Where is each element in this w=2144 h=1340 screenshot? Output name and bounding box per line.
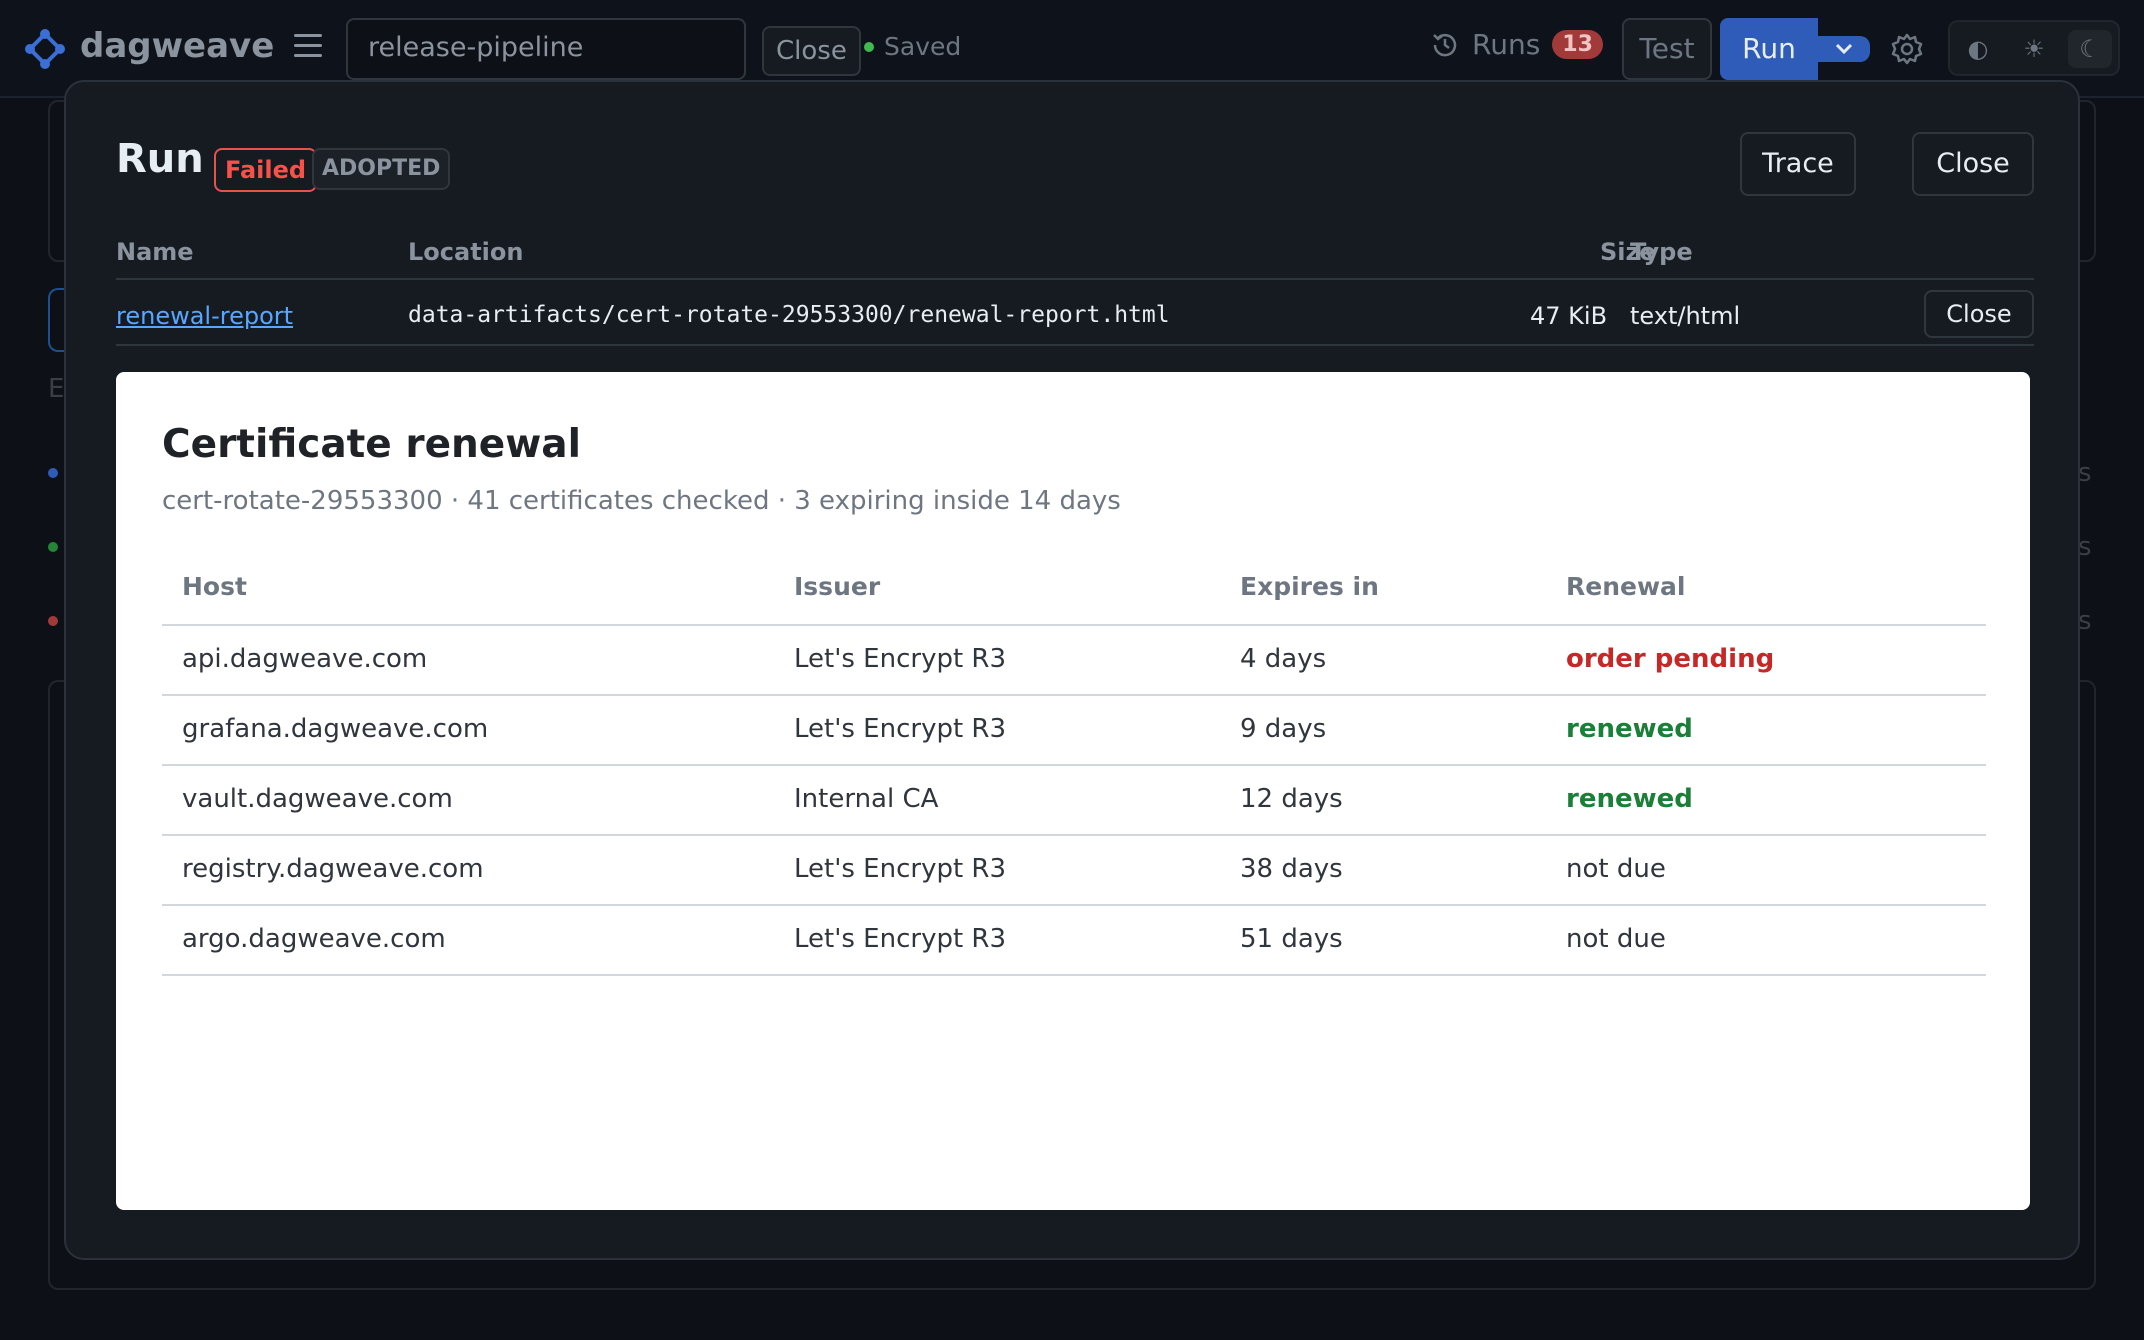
renewal-status-cell: renewed — [1566, 714, 1693, 744]
artifact-table-header: Name Location Size Type — [116, 238, 2034, 280]
renewal-status-cell: not due — [1566, 924, 1666, 954]
background-row-tail: s — [2078, 458, 2092, 488]
column-location: Location — [408, 238, 524, 266]
menu-icon[interactable] — [294, 34, 322, 62]
modal-title: Run — [116, 136, 204, 182]
host-cell: grafana.dagweave.com — [182, 714, 489, 744]
renewal-status-cell: order pending — [1566, 644, 1775, 674]
chevron-down-icon — [1835, 43, 1853, 55]
artifact-row: renewal-report data-artifacts/cert-rotat… — [116, 282, 2034, 346]
artifact-size: 47 KiB — [1530, 302, 1608, 330]
theme-dark-icon[interactable]: ☾ — [2068, 30, 2112, 68]
renewal-status-cell: not due — [1566, 854, 1666, 884]
theme-light-icon[interactable]: ☀ — [2012, 30, 2056, 68]
runs-count-badge: 13 — [1552, 30, 1603, 59]
theme-switcher: ◐ ☀ ☾ — [1948, 20, 2120, 76]
issuer-cell: Let's Encrypt R3 — [794, 854, 1007, 884]
table-row: grafana.dagweave.com Let's Encrypt R3 9 … — [162, 696, 1986, 766]
column-name: Name — [116, 238, 194, 266]
failed-status-badge: Failed — [214, 148, 318, 192]
table-row: api.dagweave.com Let's Encrypt R3 4 days… — [162, 626, 1986, 696]
close-artifact-button[interactable]: Close — [1924, 290, 2034, 338]
expires-cell: 4 days — [1240, 644, 1327, 674]
run-button[interactable]: Run — [1720, 18, 1818, 80]
test-button[interactable]: Test — [1622, 18, 1712, 80]
table-row: registry.dagweave.com Let's Encrypt R3 3… — [162, 836, 1986, 906]
run-modal: Run Failed ADOPTED Trace Close Name Loca… — [64, 80, 2080, 1260]
host-cell: registry.dagweave.com — [182, 854, 484, 884]
expires-cell: 38 days — [1240, 854, 1343, 884]
background-heading-fragment: E — [48, 374, 65, 404]
issuer-cell: Let's Encrypt R3 — [794, 714, 1007, 744]
run-options-button[interactable] — [1818, 36, 1870, 62]
artifact-preview: Certificate renewal cert-rotate-29553300… — [116, 372, 2030, 1210]
artifact-location: data-artifacts/cert-rotate-29553300/rene… — [408, 302, 1170, 328]
report-subtitle: cert-rotate-29553300 · 41 certificates c… — [162, 486, 1121, 516]
expires-cell: 51 days — [1240, 924, 1343, 954]
artifact-name-link[interactable]: renewal-report — [116, 302, 293, 330]
table-row: vault.dagweave.com Internal CA 12 days r… — [162, 766, 1986, 836]
artifact-type: text/html — [1630, 302, 1741, 330]
theme-auto-icon[interactable]: ◐ — [1956, 30, 2000, 68]
report-title: Certificate renewal — [162, 422, 581, 467]
dagweave-logo-icon — [25, 29, 65, 69]
gear-icon[interactable] — [1890, 32, 1924, 66]
close-modal-button[interactable]: Close — [1912, 132, 2034, 196]
runs-button[interactable]: Runs 13 — [1430, 28, 1603, 61]
column-renewal: Renewal — [1566, 572, 1686, 601]
renewal-table-header: Host Issuer Expires in Renewal — [162, 544, 1986, 626]
issuer-cell: Let's Encrypt R3 — [794, 644, 1007, 674]
column-type: Type — [1630, 238, 1693, 266]
runs-label: Runs — [1472, 28, 1541, 61]
host-cell: api.dagweave.com — [182, 644, 428, 674]
issuer-cell: Internal CA — [794, 784, 939, 814]
expires-cell: 12 days — [1240, 784, 1343, 814]
host-cell: argo.dagweave.com — [182, 924, 446, 954]
background-row-tail: s — [2078, 606, 2092, 636]
background-row-tail: s — [2078, 532, 2092, 562]
host-cell: vault.dagweave.com — [182, 784, 453, 814]
history-icon — [1433, 33, 1457, 56]
column-expires: Expires in — [1240, 572, 1379, 601]
expires-cell: 9 days — [1240, 714, 1327, 744]
column-host: Host — [182, 572, 247, 601]
close-pipeline-button[interactable]: Close — [762, 26, 861, 76]
renewal-status-cell: renewed — [1566, 784, 1693, 814]
table-row: argo.dagweave.com Let's Encrypt R3 51 da… — [162, 906, 1986, 976]
trace-button[interactable]: Trace — [1740, 132, 1856, 196]
renewal-table: Host Issuer Expires in Renewal api.dagwe… — [162, 544, 1986, 976]
column-issuer: Issuer — [794, 572, 881, 601]
brand-name: dagweave — [80, 26, 275, 66]
saved-status: Saved — [864, 32, 961, 61]
pipeline-name-input[interactable]: release-pipeline — [346, 18, 746, 80]
background-status-dot — [48, 616, 58, 626]
background-status-dot — [48, 468, 58, 478]
saved-label: Saved — [884, 32, 962, 61]
saved-dot-icon — [864, 41, 874, 52]
background-status-dot — [48, 542, 58, 552]
adopted-badge: ADOPTED — [312, 148, 451, 190]
issuer-cell: Let's Encrypt R3 — [794, 924, 1007, 954]
